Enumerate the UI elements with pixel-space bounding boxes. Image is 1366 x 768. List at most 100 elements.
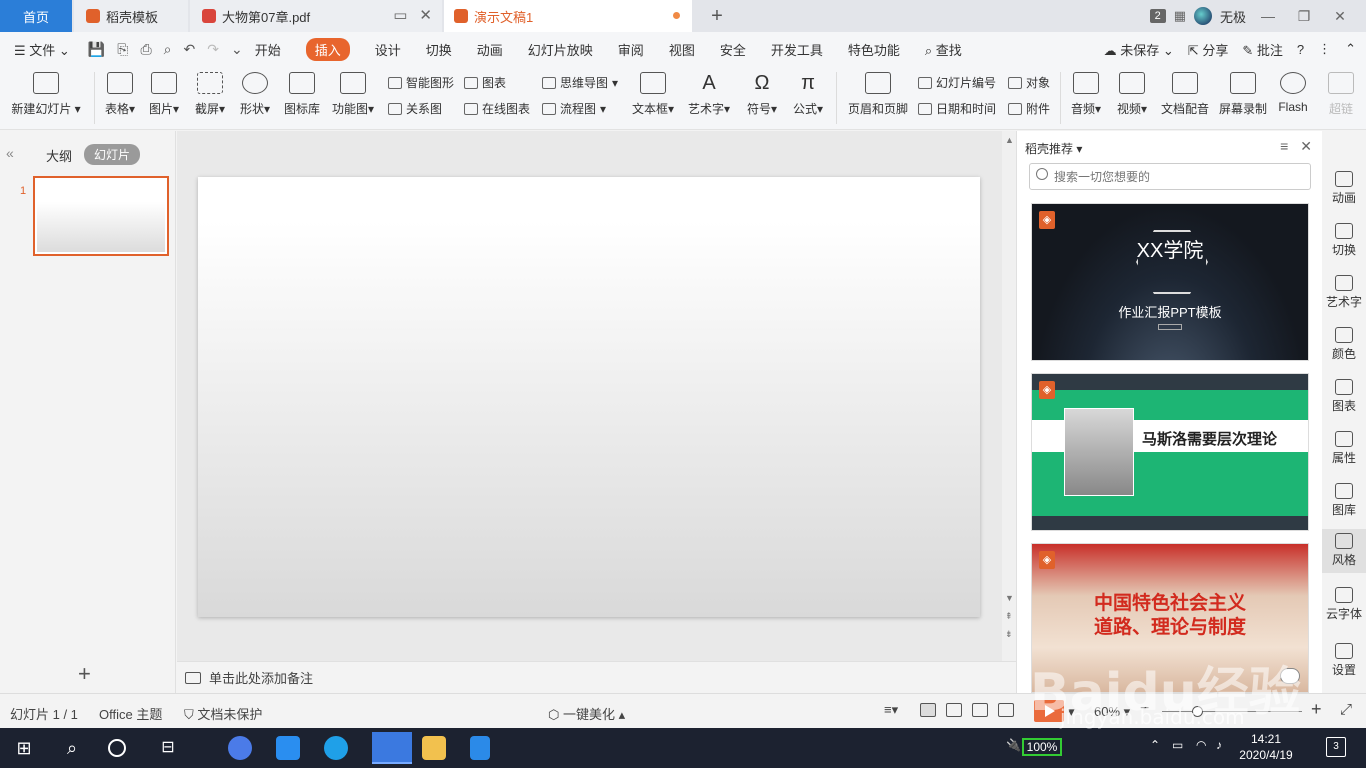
collapse-ribbon-icon[interactable]: ⌃ (1345, 41, 1356, 57)
menu-view[interactable]: 视图 (669, 40, 695, 59)
prev-slide-icon[interactable]: ⇞ (1005, 611, 1013, 622)
menu-review[interactable]: 审阅 (618, 40, 644, 59)
protect-status[interactable]: ⛉ 文档未保护 (184, 704, 262, 723)
flowchart-button[interactable]: 流程图 ▾ (542, 100, 606, 117)
app-icon[interactable] (228, 736, 252, 760)
unsaved-button[interactable]: ☁ 未保存 ⌄ (1104, 40, 1174, 59)
slide-canvas[interactable] (198, 177, 980, 617)
menu-design[interactable]: 设计 (375, 40, 401, 59)
save-icon[interactable]: 💾 (88, 41, 105, 58)
notification-center-icon[interactable]: 3 (1326, 737, 1346, 757)
menu-developer[interactable]: 开发工具 (771, 40, 823, 59)
redo-icon[interactable]: ↷ (207, 41, 219, 58)
notes-page-icon[interactable] (998, 703, 1014, 717)
textbox-button[interactable]: 文本框▾ (630, 66, 676, 117)
panel-title[interactable]: 稻壳推荐 ▾ (1025, 140, 1082, 157)
mindmap-button[interactable]: 思维导图 ▾ (542, 74, 618, 91)
hyperlink-button[interactable]: 超链 (1326, 66, 1356, 117)
normal-view-icon[interactable] (920, 703, 936, 717)
help-icon[interactable]: ? (1297, 42, 1304, 57)
menu-insert[interactable]: 插入 (305, 37, 350, 61)
new-slide-button[interactable]: 新建幻灯片 ▾ (10, 66, 82, 117)
notes-toggle-icon[interactable]: ≡▾ (884, 702, 898, 718)
close-tab-icon[interactable]: ✕ (419, 6, 432, 24)
format-painter-icon[interactable]: ⎘ (117, 41, 128, 58)
tab-daoke-templates[interactable]: 稻壳模板 (74, 0, 188, 32)
template-search-input[interactable] (1029, 163, 1311, 190)
grid-icon[interactable]: ▦ (1174, 8, 1186, 24)
video-button[interactable]: 视频▾ (1114, 66, 1150, 117)
menu-security[interactable]: 安全 (720, 40, 746, 59)
scroll-up-icon[interactable]: ▲ (1005, 135, 1014, 145)
app-icon[interactable] (276, 736, 300, 760)
flash-button[interactable]: Flash (1276, 66, 1310, 114)
sidebar-properties[interactable]: 属性 (1322, 427, 1366, 471)
sidebar-gallery[interactable]: 图库 (1322, 479, 1366, 523)
close-icon[interactable]: ✕ (1326, 8, 1354, 25)
tab-presentation[interactable]: 演示文稿1 (444, 0, 692, 32)
battery-icon[interactable]: ▭ (1172, 738, 1183, 752)
smart-shape-button[interactable]: 智能图形 (388, 74, 454, 91)
wps-taskbar-icon[interactable] (372, 732, 412, 764)
chart-button[interactable]: 图表 (464, 74, 506, 91)
comment-button[interactable]: ✎ 批注 (1242, 40, 1283, 59)
avatar[interactable] (1193, 7, 1212, 25)
customize-toolbar-icon[interactable]: ⌄ (231, 41, 243, 58)
sidebar-settings[interactable]: 设置 (1322, 639, 1366, 683)
wordart-button[interactable]: A 艺术字▾ (686, 66, 732, 117)
sidebar-chart[interactable]: 图表 (1322, 375, 1366, 419)
battery-indicator[interactable]: 100% (1022, 738, 1062, 756)
search-icon[interactable]: ⌕ (60, 736, 84, 760)
sidebar-transition[interactable]: 切换 (1322, 219, 1366, 263)
reading-view-icon[interactable] (972, 703, 988, 717)
window-count-badge[interactable]: 2 (1149, 9, 1166, 23)
slide-thumbnail[interactable] (33, 176, 169, 256)
doc-dubbing-button[interactable]: 文档配音 (1160, 66, 1210, 117)
outline-tab[interactable]: 大纲 (46, 146, 72, 165)
wifi-icon[interactable]: ◠ (1196, 738, 1206, 752)
print-icon[interactable]: ⎙ (140, 41, 151, 58)
sidebar-style[interactable]: 风格 (1322, 529, 1366, 573)
menu-transition[interactable]: 切换 (426, 40, 452, 59)
icon-library-button[interactable]: 图标库 (282, 66, 322, 117)
print-preview-icon[interactable]: ⌕ (164, 41, 172, 58)
window-restore-icon[interactable]: ▭ (393, 6, 407, 24)
user-name[interactable]: 无极 (1220, 7, 1246, 26)
next-slide-icon[interactable]: ⇟ (1005, 629, 1013, 640)
fit-window-icon[interactable]: ⤢ (1340, 701, 1352, 718)
tab-pdf[interactable]: 大物第07章.pdf ▭ ✕ (190, 0, 442, 32)
sidebar-wordart[interactable]: 艺术字 (1322, 271, 1366, 315)
online-chart-button[interactable]: 在线图表 (464, 100, 530, 117)
zoom-in-button[interactable]: + (1311, 699, 1322, 720)
menu-features[interactable]: 特色功能 (848, 40, 900, 59)
table-button[interactable]: 表格▾ (102, 66, 138, 117)
share-button[interactable]: ⇱ 分享 (1188, 40, 1229, 59)
menu-start[interactable]: 开始 (255, 40, 281, 59)
notes-area[interactable]: 单击此处添加备注 (177, 661, 1016, 693)
screen-record-button[interactable]: 屏幕录制 (1218, 66, 1268, 117)
formula-button[interactable]: π 公式▾ (790, 66, 826, 117)
template-card[interactable]: ◈ XX学院 作业汇报PPT模板 (1031, 203, 1309, 361)
menu-slideshow[interactable]: 幻灯片放映 (528, 40, 593, 59)
phone-icon[interactable] (470, 736, 490, 760)
restore-icon[interactable]: ❐ (1290, 8, 1318, 25)
sidebar-animation[interactable]: 动画 (1322, 167, 1366, 211)
screenshot-button[interactable]: 截屏▾ (192, 66, 228, 117)
template-card[interactable]: ◈ 马斯洛需要层次理论 (1031, 373, 1309, 531)
scroll-down-icon[interactable]: ▼ (1005, 593, 1014, 603)
cortana-icon[interactable] (108, 739, 126, 757)
shape-button[interactable]: 形状▾ (237, 66, 273, 117)
menu-animation[interactable]: 动画 (477, 40, 503, 59)
vertical-scrollbar[interactable]: ▲ ▼ ⇞ ⇟ (1002, 131, 1016, 661)
panel-close-icon[interactable]: ✕ (1300, 138, 1312, 155)
symbol-button[interactable]: Ω 符号▾ (744, 66, 780, 117)
picture-button[interactable]: 图片▾ (146, 66, 182, 117)
slide-sorter-icon[interactable] (946, 703, 962, 717)
panel-menu-icon[interactable]: ≡ (1280, 138, 1288, 155)
file-menu[interactable]: ☰ 文件 ⌄ (14, 40, 70, 59)
minimize-icon[interactable]: — (1254, 8, 1282, 24)
tab-home[interactable]: 首页 (0, 0, 72, 32)
relation-button[interactable]: 关系图 (388, 100, 442, 117)
sidebar-cloud-font[interactable]: 云字体 (1322, 583, 1366, 627)
attachment-button[interactable]: 附件 (1008, 100, 1050, 117)
